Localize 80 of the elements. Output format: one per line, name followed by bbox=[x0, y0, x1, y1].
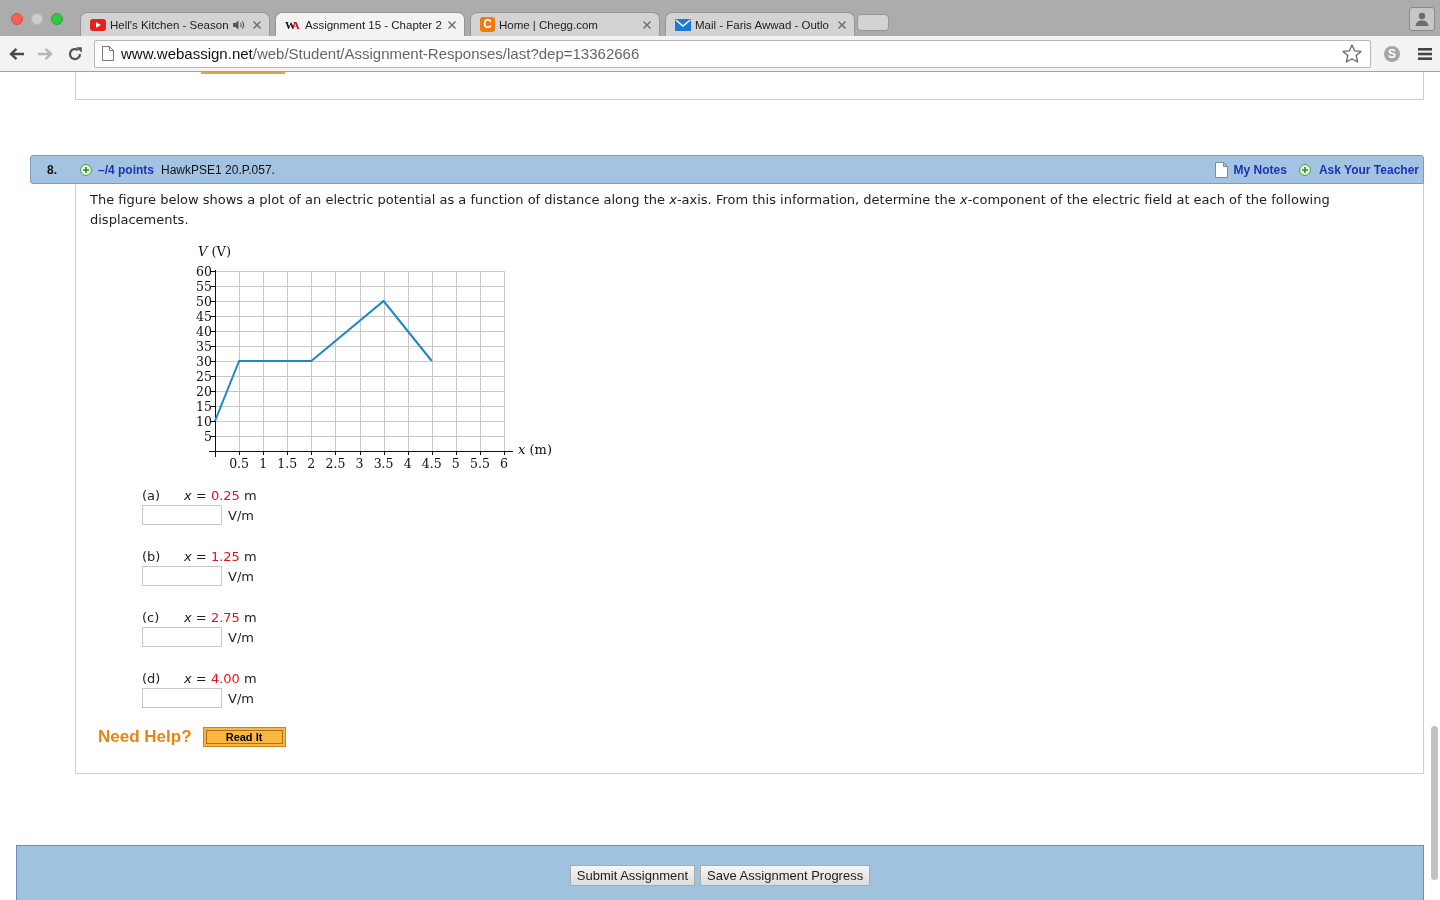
header-link[interactable]: Ask Your Teacher bbox=[1318, 162, 1419, 177]
action-button[interactable]: Submit Assignment bbox=[569, 865, 696, 886]
equation-text: x = 0.25 m bbox=[184, 487, 257, 503]
new-tab-button[interactable] bbox=[857, 14, 889, 31]
plus-circle-icon bbox=[80, 163, 92, 176]
envelope-icon bbox=[675, 18, 691, 31]
unit-text: V/m bbox=[228, 568, 254, 584]
answer-field[interactable] bbox=[142, 627, 222, 647]
close-window-dot-icon[interactable] bbox=[11, 13, 23, 25]
equation-text: x = 2.75 m bbox=[184, 609, 257, 625]
tick-label: 20 bbox=[196, 383, 212, 399]
unit-text: V/m bbox=[228, 507, 254, 523]
page-icon bbox=[1214, 161, 1228, 178]
equation-text: x = 1.25 m bbox=[184, 548, 257, 564]
header-link[interactable]: My Notes bbox=[1233, 162, 1287, 177]
part-label: (a) bbox=[142, 487, 162, 503]
question-number: 8. bbox=[47, 162, 57, 177]
browser-tab[interactable]: Hell's Kitchen - Season bbox=[80, 12, 270, 36]
unit-text: V/m bbox=[228, 690, 254, 706]
part-label: (c) bbox=[142, 609, 161, 625]
tick-label: 15 bbox=[196, 398, 212, 414]
minimize-window-dot-icon[interactable] bbox=[31, 13, 43, 25]
tick-label: 60 bbox=[196, 263, 212, 279]
zoom-window-dot-icon[interactable] bbox=[51, 13, 63, 25]
menu-icon[interactable] bbox=[1418, 47, 1432, 60]
address-field[interactable]: www.webassign.net/web/Student/Assignment-Responses/last?dep=13362666 bbox=[94, 39, 1371, 68]
part-label: (b) bbox=[142, 548, 162, 564]
points-text: –/4 points bbox=[98, 162, 155, 177]
unit-text: V/m bbox=[228, 629, 254, 645]
favicon: WA bbox=[285, 19, 299, 31]
video-play-icon bbox=[90, 18, 106, 31]
close-icon[interactable] bbox=[253, 20, 261, 29]
page-icon bbox=[102, 46, 114, 61]
close-icon[interactable] bbox=[448, 21, 456, 29]
tick-label: 4 bbox=[403, 456, 412, 471]
tick-label: 2.5 bbox=[325, 456, 346, 471]
tick-label: 5 bbox=[451, 456, 460, 471]
tick-label: 3 bbox=[355, 456, 364, 471]
question-text: The figure below shows a plot of an electric potential as a function of distance along the x-axis. From this information, determine the x-component of the electric field at each of the following displacements. bbox=[90, 191, 1331, 229]
tick-label: 4.5 bbox=[421, 456, 442, 471]
tick-label: 0.5 bbox=[229, 456, 250, 471]
tick-label: 30 bbox=[196, 353, 212, 369]
close-icon[interactable] bbox=[838, 20, 846, 29]
tick-label: 6 bbox=[500, 456, 508, 471]
tick-label: 3.5 bbox=[373, 456, 394, 471]
axis-title: x (m) bbox=[518, 442, 552, 458]
tick-label: 1.5 bbox=[277, 456, 298, 471]
question-source-text: HawkPSE1 20.P.057. bbox=[161, 162, 275, 177]
tick-label: 50 bbox=[196, 293, 212, 309]
tick-label: 5 bbox=[204, 428, 212, 444]
tick-label: 2 bbox=[307, 456, 316, 471]
back-arrow-icon[interactable] bbox=[9, 46, 25, 61]
scrollbar-thumb[interactable] bbox=[1431, 726, 1438, 880]
tick-label: 1 bbox=[259, 456, 268, 471]
tick-label: 5.5 bbox=[469, 456, 490, 471]
plus-circle-icon bbox=[1298, 163, 1311, 176]
person-icon bbox=[1415, 12, 1429, 26]
tick-label: 35 bbox=[196, 338, 212, 354]
equation-text: x = 4.00 m bbox=[184, 670, 257, 686]
close-icon[interactable] bbox=[643, 20, 651, 29]
action-button[interactable]: Save Assignment Progress bbox=[700, 865, 871, 886]
need-help-text: Need Help? bbox=[98, 727, 192, 747]
browser-tab[interactable]: Mail - Faris Awwad - Outlo bbox=[665, 12, 855, 36]
tick-label: 10 bbox=[196, 413, 212, 429]
star-icon[interactable] bbox=[1342, 44, 1362, 63]
part-label: (d) bbox=[142, 670, 162, 686]
read-it-button[interactable]: Read It bbox=[202, 727, 286, 747]
tick-label: 55 bbox=[196, 278, 212, 294]
reload-icon[interactable] bbox=[67, 45, 83, 62]
favicon: C bbox=[480, 17, 495, 32]
answer-field[interactable] bbox=[142, 505, 222, 525]
browser-tab[interactable]: WA Assignment 15 - Chapter 2 bbox=[275, 12, 465, 37]
answer-field[interactable] bbox=[142, 566, 222, 586]
profile-button[interactable] bbox=[1409, 7, 1435, 31]
tick-label: 25 bbox=[196, 368, 212, 384]
tick-label: 45 bbox=[196, 308, 212, 324]
axis-title: V (V) bbox=[198, 244, 232, 260]
answer-field[interactable] bbox=[142, 688, 222, 708]
browser-tab[interactable]: C Home | Chegg.com bbox=[470, 12, 660, 36]
tick-label: 40 bbox=[196, 323, 212, 339]
